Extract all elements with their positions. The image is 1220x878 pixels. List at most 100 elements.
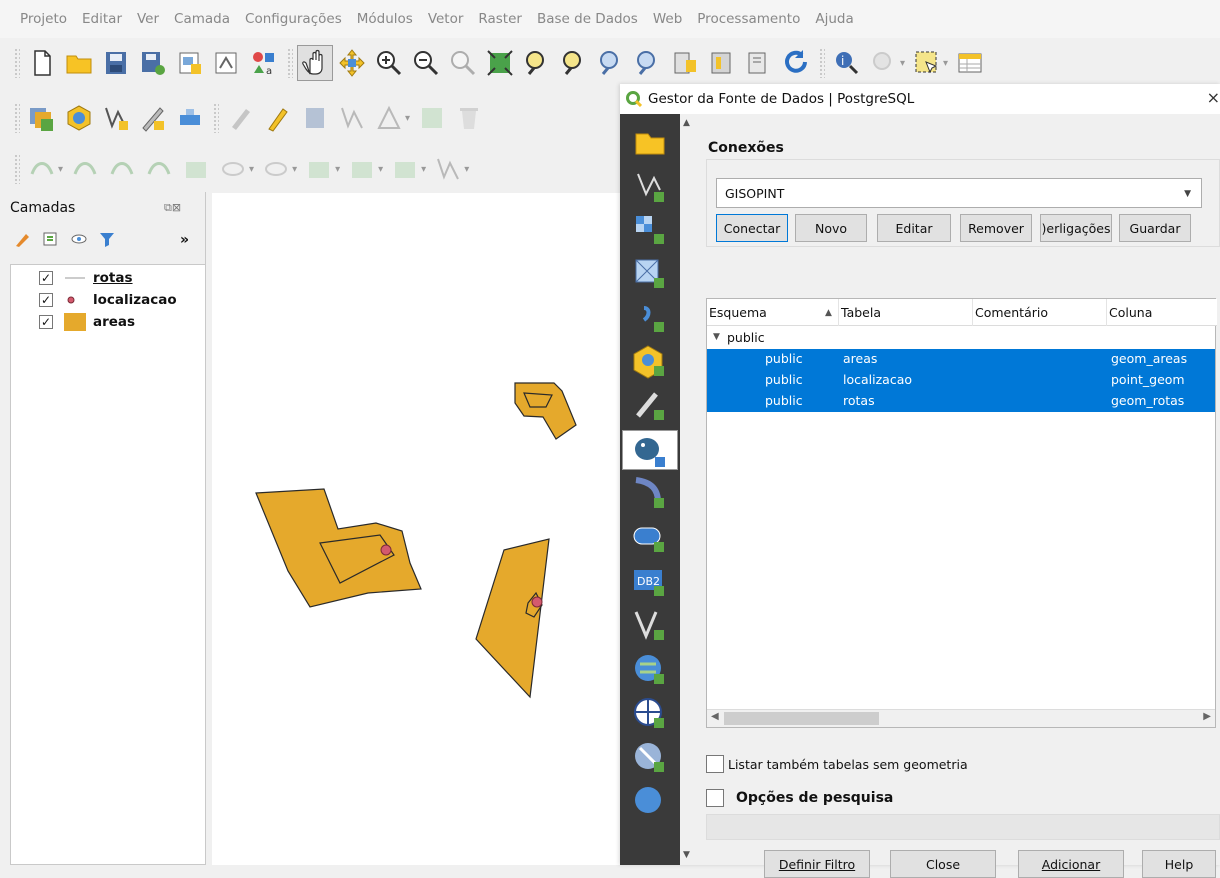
menu-projeto[interactable]: Projeto [20, 11, 67, 27]
toolbar-handle[interactable] [14, 154, 20, 184]
postgresql-icon[interactable] [622, 430, 678, 470]
toolbar-handle[interactable] [14, 103, 20, 133]
wfs-icon[interactable] [630, 694, 670, 734]
open-attribute-table-icon[interactable] [952, 45, 988, 81]
zoom-last-icon[interactable] [593, 45, 629, 81]
zoom-in-icon[interactable] [371, 45, 407, 81]
refresh-icon[interactable] [778, 45, 814, 81]
close-icon[interactable]: × [1207, 88, 1220, 107]
oracle-icon[interactable] [630, 518, 670, 558]
manage-visibility-icon[interactable] [70, 230, 88, 248]
panel-float-close-icon[interactable]: ⧉⊠ [164, 201, 181, 215]
vector-icon[interactable] [630, 166, 670, 206]
digitize-5-icon[interactable] [178, 151, 214, 187]
zoom-to-selection-icon[interactable] [519, 45, 555, 81]
wms-icon[interactable] [630, 650, 670, 690]
open-project-icon[interactable] [61, 45, 97, 81]
list-no-geometry-checkbox[interactable] [706, 755, 724, 773]
new-shapefile-layer-icon[interactable] [98, 100, 134, 136]
zoom-native-icon[interactable] [445, 45, 481, 81]
toggle-editing-icon[interactable] [260, 100, 296, 136]
edit-button[interactable]: Editar [877, 214, 951, 242]
open-data-source-manager-icon[interactable] [24, 100, 60, 136]
column-header-coluna[interactable]: Coluna [1107, 299, 1215, 326]
geopackage-icon[interactable] [630, 342, 670, 382]
map-canvas[interactable] [212, 193, 620, 865]
menu-base-de-dados[interactable]: Base de Dados [537, 11, 638, 27]
expand-toggle-icon[interactable]: ▼ [713, 332, 720, 342]
zoom-out-icon[interactable] [408, 45, 444, 81]
scroll-down-icon[interactable]: ▼ [683, 850, 690, 860]
scroll-right-icon[interactable]: ▶ [1203, 711, 1211, 722]
menu-raster[interactable]: Raster [478, 11, 522, 27]
links-button[interactable]: )erligações [1040, 214, 1112, 242]
horizontal-scrollbar[interactable]: ◀ ▶ [707, 709, 1215, 727]
modify-attributes-icon[interactable] [414, 100, 450, 136]
mesh-icon[interactable] [630, 254, 670, 294]
digitize-icon[interactable] [24, 151, 60, 187]
spatialite-icon[interactable] [630, 386, 670, 426]
menu-configuracoes[interactable]: Configurações [245, 11, 342, 27]
scroll-left-icon[interactable]: ◀ [711, 711, 719, 722]
new-temporary-layer-icon[interactable] [135, 100, 171, 136]
browser-icon[interactable] [630, 122, 670, 162]
new-button[interactable]: Novo [795, 214, 867, 242]
layer-item-areas[interactable]: ✓ areas [11, 311, 135, 333]
zoom-to-layer-icon[interactable] [556, 45, 592, 81]
new-virtual-layer-icon[interactable] [172, 100, 208, 136]
menu-processamento[interactable]: Processamento [697, 11, 800, 27]
filter-legend-icon[interactable] [98, 230, 116, 248]
tables-tree[interactable]: Esquema ▲ Tabela Comentário Coluna ▼ pub… [706, 298, 1217, 728]
digitize-3-icon[interactable] [104, 151, 140, 187]
mssql-icon[interactable] [630, 474, 670, 514]
new-geopackage-layer-icon[interactable] [61, 100, 97, 136]
menu-ver[interactable]: Ver [137, 11, 159, 27]
toolbar-handle[interactable] [819, 48, 825, 78]
dialog-title-bar[interactable]: Gestor da Fonte de Dados | PostgreSQL × [620, 84, 1220, 114]
add-button[interactable]: Adicionar [1018, 850, 1124, 878]
add-feature-icon[interactable] [334, 100, 370, 136]
column-header-comentario[interactable]: Comentário [973, 299, 1107, 326]
digitize-6-icon[interactable] [215, 151, 251, 187]
identify-features-icon[interactable]: i [829, 45, 865, 81]
save-edits-icon[interactable] [297, 100, 333, 136]
layout-manager-icon[interactable] [209, 45, 245, 81]
toolbar-handle[interactable] [14, 48, 20, 78]
open-layer-styling-icon[interactable] [14, 230, 32, 248]
map-decorations-icon[interactable] [741, 45, 777, 81]
menu-camada[interactable]: Camada [174, 11, 230, 27]
digitize-7-icon[interactable] [258, 151, 294, 187]
delete-selected-icon[interactable] [451, 100, 487, 136]
digitize-4-icon[interactable] [141, 151, 177, 187]
layer-visibility-checkbox[interactable]: ✓ [39, 315, 53, 329]
select-features-icon[interactable] [909, 45, 945, 81]
save-button[interactable]: Guardar [1119, 214, 1191, 242]
menu-web[interactable]: Web [653, 11, 682, 27]
add-group-icon[interactable] [42, 230, 60, 248]
menu-vetor[interactable]: Vetor [428, 11, 464, 27]
current-edits-icon[interactable] [223, 100, 259, 136]
xyz-icon[interactable] [630, 782, 670, 822]
digitize-9-icon[interactable] [344, 151, 380, 187]
close-button[interactable]: Close [890, 850, 996, 878]
db2-icon[interactable]: DB2 [630, 562, 670, 602]
new-map-view-icon[interactable] [667, 45, 703, 81]
column-header-esquema[interactable]: Esquema ▲ [707, 299, 839, 326]
pan-to-selection-icon[interactable] [334, 45, 370, 81]
scrollbar-thumb[interactable] [724, 712, 879, 725]
connection-select[interactable]: GISOPINT ▼ [716, 178, 1202, 208]
scroll-up-icon[interactable]: ▲ [683, 118, 690, 128]
layer-item-localizacao[interactable]: ✓ localizacao [11, 289, 177, 311]
digitize-11-icon[interactable] [430, 151, 466, 187]
toolbar-handle[interactable] [213, 103, 219, 133]
zoom-full-icon[interactable] [482, 45, 518, 81]
layer-item-rotas[interactable]: ✓ rotas [11, 267, 133, 289]
layer-visibility-checkbox[interactable]: ✓ [39, 293, 53, 307]
connect-button[interactable]: Conectar [716, 214, 788, 242]
sidebar-scrollbar[interactable]: ▲ ▼ [680, 114, 696, 865]
vertex-tool-icon[interactable] [371, 100, 407, 136]
toolbar-handle[interactable] [287, 48, 293, 78]
layer-visibility-checkbox[interactable]: ✓ [39, 271, 53, 285]
table-row[interactable]: public rotas geom_rotas [707, 391, 1215, 412]
more-tools-icon[interactable]: » [180, 232, 189, 248]
